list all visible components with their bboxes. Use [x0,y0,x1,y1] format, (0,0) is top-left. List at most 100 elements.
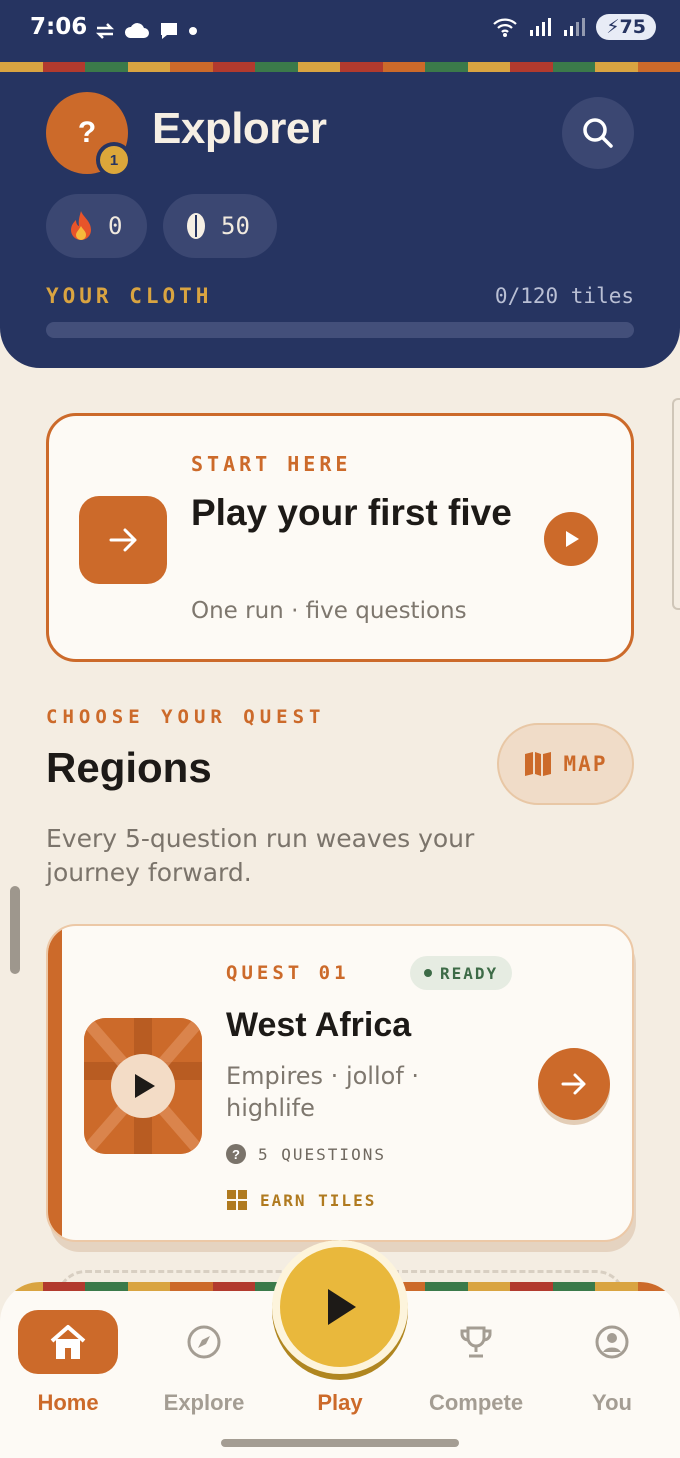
kente-segment [510,62,553,72]
quest-reward: EARN TILES [226,1189,376,1211]
streak-pill[interactable]: 0 [46,194,147,258]
coin-count: 50 [221,212,250,240]
dot-icon [189,27,197,35]
search-button[interactable] [562,97,634,169]
start-icon-tile [79,496,167,584]
kente-segment [127,1282,170,1291]
start-here-card[interactable]: START HERE Play your first five One run … [46,413,634,662]
nav-play-button[interactable] [272,1240,408,1374]
search-icon [583,118,613,148]
reward-label: EARN TILES [260,1190,377,1210]
chat-icon [161,23,177,39]
status-time: 7:06 [30,14,88,40]
kente-segment [170,62,213,72]
status-bar: 7:06 ⚡75 [0,0,680,62]
status-badge: READY [410,956,513,990]
kente-segment [85,62,128,72]
cloth-progress-bar [46,322,634,338]
kente-segment [170,1282,213,1291]
map-button[interactable]: MAP [497,723,634,805]
cloud-icon [124,23,149,38]
scroll-handle-right[interactable] [672,398,680,610]
start-eyebrow: START HERE [191,452,352,476]
ready-dot-icon [424,969,432,977]
kente-segment [255,62,298,72]
start-title: Play your first five [191,492,512,533]
kente-segment [552,62,595,72]
nav-compete-icon-wrap [426,1310,526,1374]
trophy-icon [460,1326,492,1358]
home-indicator[interactable] [221,1439,459,1447]
kente-segment [212,62,255,72]
header: 7:06 ⚡75 ? 1 Explorer 0 50 YOUR CLOTH 0/… [0,0,680,368]
quest-question-count: ? 5 QUESTIONS [226,1144,386,1164]
tiles-icon [227,1190,247,1210]
arrow-right-icon [109,528,137,552]
kente-segment [340,62,383,72]
nav-home[interactable]: Home [8,1310,128,1416]
home-icon [50,1325,86,1359]
section-eyebrow: CHOOSE YOUR QUEST [46,706,326,728]
nav-you[interactable]: You [552,1310,672,1416]
play-icon [566,531,579,547]
nav-compete[interactable]: Compete [416,1310,536,1416]
kente-segment [42,62,85,72]
cloth-label: YOUR CLOTH [46,284,213,308]
scrollbar[interactable] [10,886,20,974]
kente-segment [595,1282,638,1291]
kente-segment [212,1282,255,1291]
system-icons: ⚡75 [492,14,656,40]
map-icon [524,752,551,776]
section-description: Every 5-question run weaves your journey… [46,824,475,887]
kente-segment [595,62,638,72]
region-pattern-icon [84,1018,202,1154]
kente-segment [510,1282,553,1291]
kente-segment [42,1282,85,1291]
kente-segment [552,1282,595,1291]
wifi-icon [493,18,517,37]
cowrie-icon [187,213,205,239]
quest-eyebrow: QUEST 01 [226,962,350,984]
signal-icon-2 [564,18,586,36]
sync-icon [95,23,115,39]
kente-segment [467,62,510,72]
nav-compete-label: Compete [428,1390,524,1415]
quest-start-button[interactable] [538,1048,610,1120]
quest-card[interactable]: QUEST 01 READY West Africa Empires · jol… [46,924,634,1242]
kente-segment [85,1282,128,1291]
start-play-button[interactable] [544,512,598,566]
kente-segment [382,62,425,72]
kente-stripe [0,62,680,72]
profile-icon [595,1325,629,1359]
question-icon: ? [226,1144,246,1164]
kente-segment [467,1282,510,1291]
nav-explore[interactable]: Explore [144,1310,264,1416]
quest-thumbnail[interactable] [84,1018,202,1154]
kente-segment [637,1282,680,1291]
play-icon [328,1289,356,1325]
kente-segment [425,62,468,72]
streak-count: 0 [108,212,123,240]
nav-you-icon-wrap [562,1310,662,1374]
avatar-initial: ? [77,116,97,149]
kente-segment [0,1282,43,1291]
kente-segment [0,62,43,72]
battery-level: 75 [619,16,646,38]
coins-pill[interactable]: 50 [163,194,277,258]
battery-indicator: ⚡75 [596,14,656,40]
kente-segment [637,62,680,72]
nav-you-label: You [592,1390,632,1415]
nav-explore-label: Explore [163,1390,245,1415]
username: Explorer [152,104,327,153]
arrow-right-icon [561,1073,586,1095]
nav-play-label: Play [317,1390,363,1415]
status-label: READY [440,963,499,983]
compass-icon [187,1325,221,1359]
quest-description: Empires · jollof · highlife [226,1062,420,1122]
cloth-count: 0/120 tiles [494,284,634,308]
kente-segment [127,62,170,72]
level-badge: 1 [96,142,132,178]
signal-icon [530,18,552,36]
start-subtitle: One run · five questions [191,598,467,624]
nav-home-label: Home [37,1390,99,1415]
